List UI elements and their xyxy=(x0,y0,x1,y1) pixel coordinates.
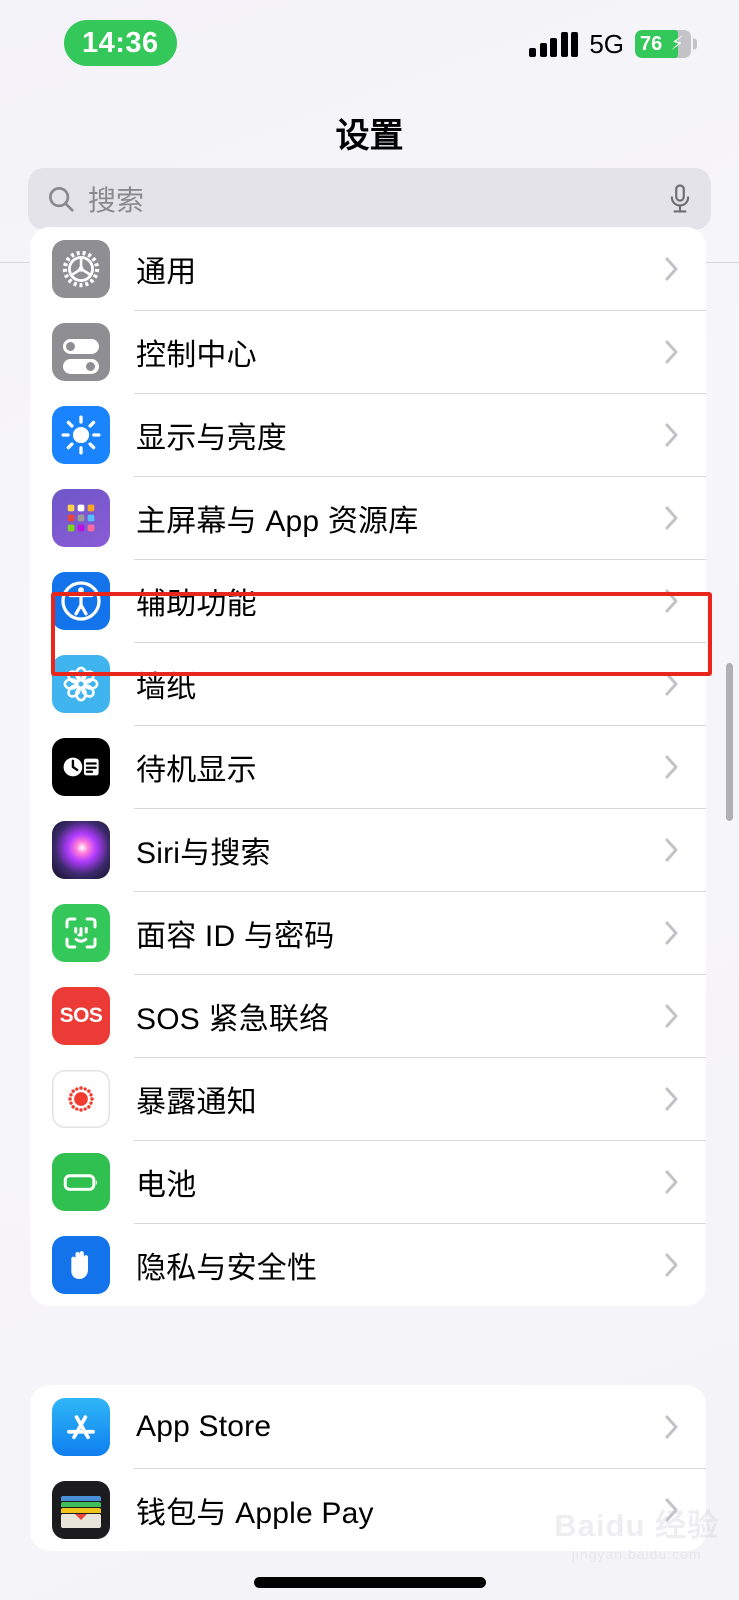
face-id-icon xyxy=(52,903,110,962)
settings-row-wallpaper[interactable]: 墙纸 xyxy=(30,642,706,725)
vertical-scrollbar[interactable] xyxy=(726,663,733,821)
wallet-card-stack xyxy=(61,1495,101,1529)
chevron-right-icon xyxy=(665,1498,678,1521)
recording-time-pill: 14:36 xyxy=(64,20,177,66)
settings-row-label: 电池 xyxy=(136,1168,197,1202)
settings-row-exposure-notifications[interactable]: 暴露通知 xyxy=(30,1057,706,1140)
battery-icon xyxy=(52,1152,110,1211)
status-bar: 14:36 5G 76 ⚡ xyxy=(0,0,739,92)
settings-row-label: 显示与亮度 xyxy=(136,421,287,455)
battery-percent-label: 76 xyxy=(640,33,663,55)
settings-row-wallet-apple-pay[interactable]: 钱包与 Apple Pay xyxy=(30,1468,706,1551)
chevron-right-icon xyxy=(665,589,678,612)
iphone-settings-screen: 14:36 5G 76 ⚡ 设置 搜索 通用 控制中心 显示与亮度 主屏幕与 A… xyxy=(0,0,739,1600)
settings-row-accessibility[interactable]: 辅助功能 xyxy=(30,559,706,642)
chevron-right-icon xyxy=(665,1253,678,1276)
chevron-right-icon xyxy=(665,838,678,861)
settings-row-app-store[interactable]: App Store xyxy=(30,1385,706,1468)
wallpaper-icon xyxy=(52,654,110,713)
search-field[interactable]: 搜索 xyxy=(28,168,711,230)
settings-row-label: 面容 ID 与密码 xyxy=(136,919,335,953)
settings-row-general[interactable]: 通用 xyxy=(30,227,706,310)
chevron-right-icon xyxy=(665,257,678,280)
settings-row-standby[interactable]: 待机显示 xyxy=(30,725,706,808)
charging-bolt-icon: ⚡ xyxy=(670,33,684,55)
settings-row-label: 主屏幕与 App 资源库 xyxy=(136,504,419,538)
gear-icon xyxy=(52,239,110,298)
wallet-icon xyxy=(52,1480,110,1539)
settings-scroll-area[interactable]: 通用 控制中心 显示与亮度 主屏幕与 App 资源库 辅助功能 墙纸 待机显示 … xyxy=(0,227,739,1600)
sos-icon-text: SOS xyxy=(59,1003,103,1027)
chevron-right-icon xyxy=(665,1087,678,1110)
settings-row-control-center[interactable]: 控制中心 xyxy=(30,310,706,393)
settings-row-emergency-sos[interactable]: SOS SOS 紧急联络 xyxy=(30,974,706,1057)
app-store-icon xyxy=(52,1397,110,1456)
battery-cap xyxy=(693,38,697,50)
settings-row-label: 暴露通知 xyxy=(136,1085,257,1119)
settings-row-label: 辅助功能 xyxy=(136,587,257,621)
search-icon xyxy=(49,187,74,212)
battery-icon: 76 ⚡ xyxy=(635,30,691,58)
chevron-right-icon xyxy=(665,672,678,695)
home-screen-icon xyxy=(52,488,110,547)
settings-row-display-brightness[interactable]: 显示与亮度 xyxy=(30,393,706,476)
control-center-icon xyxy=(52,322,110,381)
search-input-placeholder[interactable]: 搜索 xyxy=(88,179,667,219)
settings-row-face-id[interactable]: 面容 ID 与密码 xyxy=(30,891,706,974)
settings-row-privacy-security[interactable]: 隐私与安全性 xyxy=(30,1223,706,1306)
settings-row-label: Siri与搜索 xyxy=(136,836,271,870)
chevron-right-icon xyxy=(665,340,678,363)
chevron-right-icon xyxy=(665,755,678,778)
network-type-label: 5G xyxy=(589,28,624,59)
home-indicator[interactable] xyxy=(253,1577,486,1588)
settings-row-siri-search[interactable]: Siri与搜索 xyxy=(30,808,706,891)
microphone-icon[interactable] xyxy=(667,183,693,215)
status-bar-time: 14:36 xyxy=(82,26,159,59)
chevron-right-icon xyxy=(665,1170,678,1193)
standby-icon xyxy=(52,737,110,796)
chevron-right-icon xyxy=(665,1004,678,1027)
chevron-right-icon xyxy=(665,506,678,529)
status-bar-right-cluster: 5G 76 ⚡ xyxy=(529,26,697,62)
settings-row-label: App Store xyxy=(136,1409,272,1443)
settings-row-home-screen[interactable]: 主屏幕与 App 资源库 xyxy=(30,476,706,559)
settings-row-label: 控制中心 xyxy=(136,338,257,372)
settings-row-label: SOS 紧急联络 xyxy=(136,1002,330,1036)
chevron-right-icon xyxy=(665,921,678,944)
settings-row-battery[interactable]: 电池 xyxy=(30,1140,706,1223)
settings-row-label: 隐私与安全性 xyxy=(136,1251,318,1285)
settings-row-label: 墙纸 xyxy=(136,670,197,704)
settings-row-label: 钱包与 Apple Pay xyxy=(136,1496,374,1530)
privacy-hand-icon xyxy=(52,1235,110,1294)
page-title: 设置 xyxy=(335,117,404,155)
cellular-signal-icon xyxy=(529,31,579,57)
settings-row-label: 通用 xyxy=(136,255,197,289)
chevron-right-icon xyxy=(665,423,678,446)
accessibility-icon xyxy=(52,571,110,630)
settings-row-label: 待机显示 xyxy=(136,753,257,787)
exposure-icon xyxy=(52,1069,110,1128)
chevron-right-icon xyxy=(665,1415,678,1438)
settings-group-store: App Store 钱包与 Apple Pay xyxy=(30,1385,706,1551)
brightness-icon xyxy=(52,405,110,464)
sos-icon: SOS xyxy=(52,986,110,1045)
siri-icon xyxy=(52,820,110,879)
settings-group-system: 通用 控制中心 显示与亮度 主屏幕与 App 资源库 辅助功能 墙纸 待机显示 … xyxy=(30,227,706,1306)
